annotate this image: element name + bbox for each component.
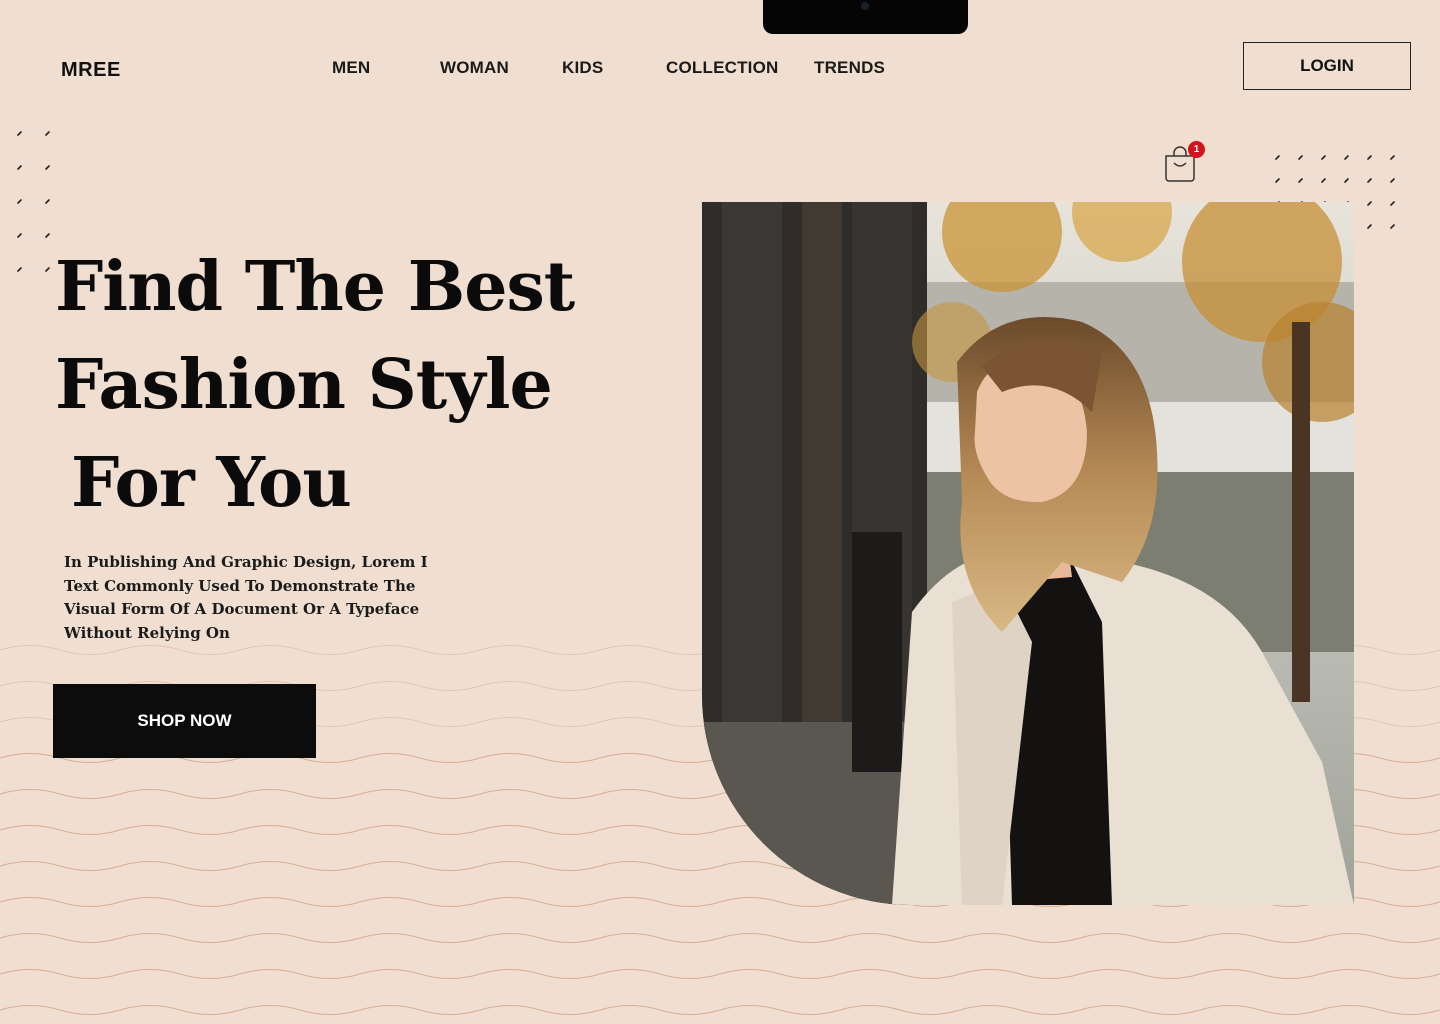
device-notch: [763, 0, 968, 34]
pattern-dash: [45, 233, 50, 238]
hero-headline-line-1: Find The Best: [55, 247, 575, 327]
hero-photo-illustration: [702, 202, 1354, 905]
wave-line: [0, 1005, 1440, 1015]
hero-headline-line-2: Fashion Style: [55, 345, 553, 425]
pattern-dash: [1367, 201, 1372, 206]
pattern-dash: [1367, 178, 1372, 183]
nav-item-woman[interactable]: WOMAN: [440, 58, 509, 78]
pattern-dash: [45, 267, 50, 272]
pattern-dash: [45, 131, 50, 136]
shop-now-button[interactable]: SHOP NOW: [53, 684, 316, 758]
camera-dot: [861, 2, 869, 10]
hero-headline-line-3: For You: [71, 443, 352, 523]
pattern-dash: [1390, 224, 1395, 229]
nav-item-collection[interactable]: COLLECTION: [666, 58, 779, 78]
pattern-dash: [1390, 178, 1395, 183]
pattern-dash: [17, 233, 22, 238]
pattern-dash: [17, 199, 22, 204]
pattern-dash: [1321, 155, 1326, 160]
pattern-dash: [1275, 155, 1280, 160]
nav-item-men[interactable]: MEN: [332, 58, 370, 78]
pattern-dash: [1344, 178, 1349, 183]
hero-image: [702, 202, 1354, 905]
wave-line: [0, 969, 1440, 979]
pattern-dash: [17, 165, 22, 170]
hero-description: In Publishing And Graphic Design, Lorem …: [64, 553, 428, 642]
cart-count-badge: 1: [1188, 141, 1205, 158]
pattern-dash: [1298, 178, 1303, 183]
pattern-dash: [45, 199, 50, 204]
pattern-dash: [45, 165, 50, 170]
nav-item-trends[interactable]: TRENDS: [814, 58, 885, 78]
pattern-dash: [1344, 155, 1349, 160]
nav-item-kids[interactable]: KIDS: [562, 58, 603, 78]
login-button[interactable]: LOGIN: [1243, 42, 1411, 90]
pattern-dash: [1275, 178, 1280, 183]
pattern-dash: [17, 267, 22, 272]
pattern-dash: [1367, 224, 1372, 229]
pattern-dash: [1390, 155, 1395, 160]
pattern-dash: [1367, 155, 1372, 160]
brand-logo[interactable]: MREE: [61, 59, 121, 82]
hero-headline: Find The Best Fashion Style For You: [55, 238, 615, 532]
pattern-dash: [1390, 201, 1395, 206]
wave-line: [0, 933, 1440, 943]
pattern-dash: [1321, 178, 1326, 183]
pattern-dash: [17, 131, 22, 136]
pattern-dash: [1298, 155, 1303, 160]
